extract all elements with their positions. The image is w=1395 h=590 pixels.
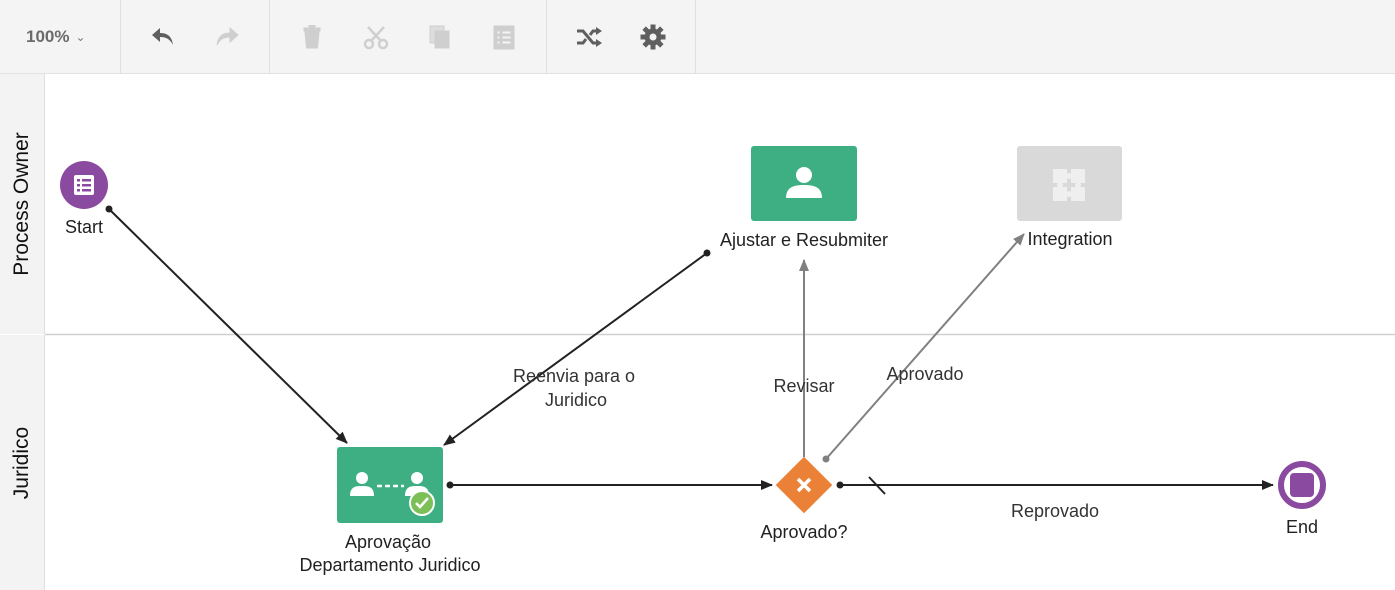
diagram-canvas[interactable]: Process Owner Juridico Reenvia para o Ju… bbox=[0, 74, 1395, 590]
flow-label-reenvia-line2: Juridico bbox=[545, 390, 607, 410]
undo-icon bbox=[152, 28, 173, 45]
redo-button[interactable] bbox=[212, 22, 242, 52]
ajustar-label: Ajustar e Resubmiter bbox=[720, 230, 888, 250]
end-event[interactable] bbox=[1278, 461, 1326, 509]
delete-button[interactable] bbox=[297, 22, 327, 52]
paste-button[interactable] bbox=[489, 22, 519, 52]
shuffle-button[interactable] bbox=[574, 22, 604, 52]
flow-label-aprovado: Aprovado bbox=[886, 364, 963, 384]
trash-icon bbox=[303, 25, 321, 49]
flow-label-reprovado: Reprovado bbox=[1011, 501, 1099, 521]
clipboard-list-icon bbox=[493, 25, 515, 50]
cut-button[interactable] bbox=[361, 22, 391, 52]
shuffle-icon bbox=[577, 27, 602, 47]
start-label: Start bbox=[65, 217, 103, 237]
diagram-svg: Reenvia para o Juridico Revisar Aprovado… bbox=[45, 146, 1395, 575]
edit-group bbox=[270, 0, 547, 74]
task-ajustar-e-resubmiter[interactable] bbox=[751, 146, 857, 221]
copy-icon bbox=[429, 25, 450, 49]
gateway-label: Aprovado? bbox=[760, 522, 847, 542]
aprovacao-label-line1: Aprovação bbox=[345, 532, 431, 552]
task-integration[interactable] bbox=[1017, 146, 1122, 221]
flow-reprovado[interactable] bbox=[836, 476, 1274, 495]
flow-label-revisar: Revisar bbox=[773, 376, 834, 396]
gear-icon bbox=[640, 24, 666, 50]
integration-label: Integration bbox=[1027, 229, 1112, 249]
aprovacao-label-line2: Departamento Juridico bbox=[299, 555, 480, 575]
copy-button[interactable] bbox=[425, 22, 455, 52]
settings-button[interactable] bbox=[638, 22, 668, 52]
flow-label-reenvia-line1: Reenvia para o bbox=[513, 366, 635, 386]
flow-aprovado[interactable] bbox=[822, 233, 1025, 463]
undo-button[interactable] bbox=[148, 22, 178, 52]
zoom-group: 100% ⌄ bbox=[0, 0, 121, 74]
tools-group bbox=[547, 0, 696, 74]
zoom-value: 100% bbox=[26, 27, 70, 46]
history-group bbox=[121, 0, 270, 74]
form-list-icon bbox=[74, 175, 94, 195]
flow-aprovacao-to-gateway[interactable] bbox=[446, 480, 773, 490]
start-event[interactable] bbox=[60, 161, 108, 209]
end-label: End bbox=[1286, 517, 1318, 537]
check-badge-icon bbox=[409, 490, 435, 516]
zoom-select[interactable]: 100% ⌄ bbox=[26, 27, 86, 47]
flow-start-to-aprovacao[interactable] bbox=[105, 205, 348, 444]
scissors-icon bbox=[363, 26, 389, 50]
flow-reenvia-para-juridico[interactable] bbox=[443, 249, 711, 446]
exclusive-gateway[interactable] bbox=[775, 456, 833, 514]
redo-icon bbox=[216, 26, 239, 46]
chevron-down-icon: ⌄ bbox=[75, 30, 86, 44]
stop-icon bbox=[1290, 473, 1314, 497]
toolbar: 100% ⌄ bbox=[0, 0, 1395, 74]
task-aprovacao-departamento-juridico[interactable] bbox=[337, 447, 443, 523]
